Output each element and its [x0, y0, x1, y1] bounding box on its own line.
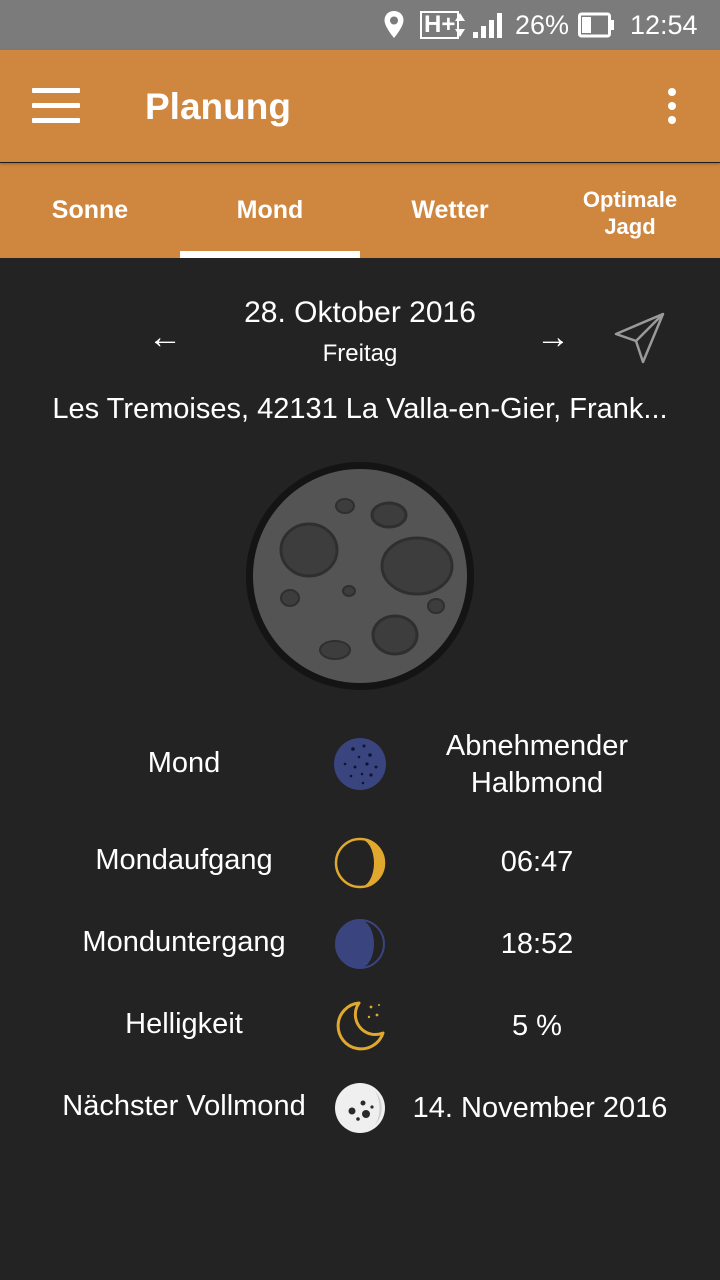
- weekday-label: Freitag: [322, 340, 398, 367]
- moon-phase-icon: [333, 737, 387, 796]
- status-bar: H+ 26% 12:54: [0, 0, 720, 50]
- label-monduntergang: Monduntergang: [82, 926, 286, 958]
- navigation-arrow-icon[interactable]: [612, 310, 668, 371]
- label-mondaufgang: Mondaufgang: [95, 844, 273, 876]
- page-title: Planung: [145, 86, 291, 127]
- crescent-stars-icon: [333, 999, 387, 1058]
- overflow-menu-icon[interactable]: [660, 86, 684, 126]
- moon-illustration: [244, 460, 476, 697]
- battery-percentage: 26%: [515, 9, 570, 40]
- tab-sonne[interactable]: Sonne: [0, 163, 180, 258]
- tab-bar: Sonne Mond Wetter Optimale Jagd: [0, 163, 720, 258]
- tab-indicator: [180, 251, 360, 258]
- clock: 12:54: [630, 9, 698, 40]
- full-moon-icon: [333, 1081, 387, 1140]
- tab-optimale-jagd[interactable]: Optimale Jagd: [540, 163, 720, 260]
- location-label: Les Tremoises, 42131 La Valla-en-Gier, F…: [52, 393, 668, 425]
- label-mond: Mond: [147, 747, 221, 779]
- app-bar: Planung: [0, 50, 720, 162]
- moonrise-icon: [333, 836, 387, 895]
- menu-icon[interactable]: [32, 88, 80, 124]
- value-monduntergang: 18:52: [500, 928, 574, 960]
- label-naechster-vollmond: Nächster Vollmond: [62, 1090, 306, 1122]
- location-pin-icon: [382, 0, 406, 50]
- next-day-button[interactable]: →: [536, 318, 570, 357]
- tab-mond[interactable]: Mond: [180, 163, 360, 258]
- previous-day-button[interactable]: ←: [148, 318, 182, 357]
- network-arrows-icon: [454, 0, 466, 50]
- value-naechster-vollmond: 14. November 2016: [412, 1092, 668, 1124]
- battery-icon: [578, 0, 616, 50]
- moonset-icon: [333, 917, 387, 976]
- label-helligkeit: Helligkeit: [125, 1008, 243, 1040]
- value-helligkeit: 5 %: [512, 1010, 562, 1042]
- value-mond-phase: Abnehmender Halbmond: [445, 730, 629, 799]
- tab-wetter[interactable]: Wetter: [360, 163, 540, 258]
- value-mondaufgang: 06:47: [500, 846, 574, 878]
- date-label: 28. Oktober 2016: [244, 296, 476, 329]
- signal-icon: [472, 0, 506, 50]
